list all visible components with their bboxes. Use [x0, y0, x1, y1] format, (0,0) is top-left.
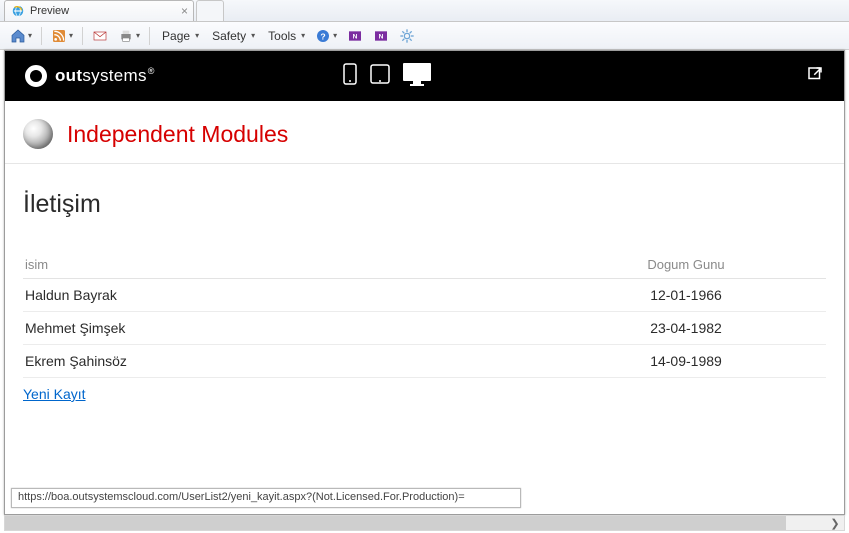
- module-icon: [23, 119, 53, 149]
- phone-icon[interactable]: [341, 62, 359, 91]
- cell-name: Mehmet Şimşek: [23, 312, 546, 345]
- logo-ring-icon: [25, 65, 47, 87]
- new-record-link[interactable]: Yeni Kayıt: [23, 386, 86, 402]
- svg-text:?: ?: [321, 31, 326, 41]
- scroll-right-icon[interactable]: ❯: [826, 517, 844, 530]
- outsystems-logo: outsystems®: [25, 65, 155, 87]
- module-header: Independent Modules: [5, 101, 844, 163]
- scrollbar-thumb[interactable]: [5, 516, 786, 530]
- app-header: outsystems®: [5, 51, 844, 101]
- page-title: İletişim: [23, 190, 826, 219]
- table-row[interactable]: Ekrem Şahinsöz 14-09-1989: [23, 345, 826, 378]
- desktop-icon[interactable]: [401, 61, 433, 92]
- gear-icon[interactable]: [395, 25, 419, 47]
- safety-menu[interactable]: Safety▾: [205, 25, 259, 47]
- main-content: İletişim isim Dogum Gunu Haldun Bayrak 1…: [5, 164, 844, 422]
- browser-tabbar: Preview ×: [0, 0, 849, 22]
- close-icon[interactable]: ×: [181, 4, 188, 18]
- status-url: https://boa.outsystemscloud.com/UserList…: [11, 488, 521, 508]
- onenote-linked-button[interactable]: N: [343, 25, 367, 47]
- chevron-down-icon: ▾: [28, 31, 32, 40]
- ie-icon: [11, 4, 25, 18]
- chevron-down-icon: ▾: [333, 31, 337, 40]
- cell-dob: 23-04-1982: [546, 312, 826, 345]
- separator: [149, 27, 150, 45]
- svg-text:N: N: [379, 33, 384, 40]
- onenote-send-button[interactable]: N: [369, 25, 393, 47]
- browser-toolbar: ▾ ▾ ▾ Page▾ Safety▾ Tools▾ ? ▾ N N: [0, 22, 849, 50]
- device-switcher: [341, 61, 433, 92]
- tools-menu[interactable]: Tools▾: [261, 25, 309, 47]
- cell-dob: 14-09-1989: [546, 345, 826, 378]
- svg-text:N: N: [353, 33, 358, 40]
- open-external-icon[interactable]: [806, 65, 824, 88]
- preview-frame: outsystems® Independent Modules İletişim…: [4, 50, 845, 515]
- browser-tab[interactable]: Preview ×: [4, 0, 194, 21]
- help-button[interactable]: ? ▾: [311, 25, 341, 47]
- chevron-down-icon: ▾: [69, 31, 73, 40]
- print-button[interactable]: ▾: [114, 25, 144, 47]
- table-row[interactable]: Mehmet Şimşek 23-04-1982: [23, 312, 826, 345]
- feeds-button[interactable]: ▾: [47, 25, 77, 47]
- separator: [41, 27, 42, 45]
- module-title: Independent Modules: [67, 121, 288, 148]
- horizontal-scrollbar[interactable]: ❯: [4, 515, 845, 531]
- cell-name: Haldun Bayrak: [23, 279, 546, 312]
- separator: [82, 27, 83, 45]
- new-tab-button[interactable]: [196, 0, 224, 21]
- tablet-icon[interactable]: [369, 62, 391, 91]
- home-button[interactable]: ▾: [6, 25, 36, 47]
- cell-name: Ekrem Şahinsöz: [23, 345, 546, 378]
- contacts-table: isim Dogum Gunu Haldun Bayrak 12-01-1966…: [23, 251, 826, 378]
- chevron-down-icon: ▾: [136, 31, 140, 40]
- cell-dob: 12-01-1966: [546, 279, 826, 312]
- page-menu[interactable]: Page▾: [155, 25, 203, 47]
- table-row[interactable]: Haldun Bayrak 12-01-1966: [23, 279, 826, 312]
- tab-title: Preview: [30, 5, 69, 17]
- mail-button[interactable]: [88, 25, 112, 47]
- column-header-name: isim: [23, 251, 546, 279]
- column-header-dob: Dogum Gunu: [546, 251, 826, 279]
